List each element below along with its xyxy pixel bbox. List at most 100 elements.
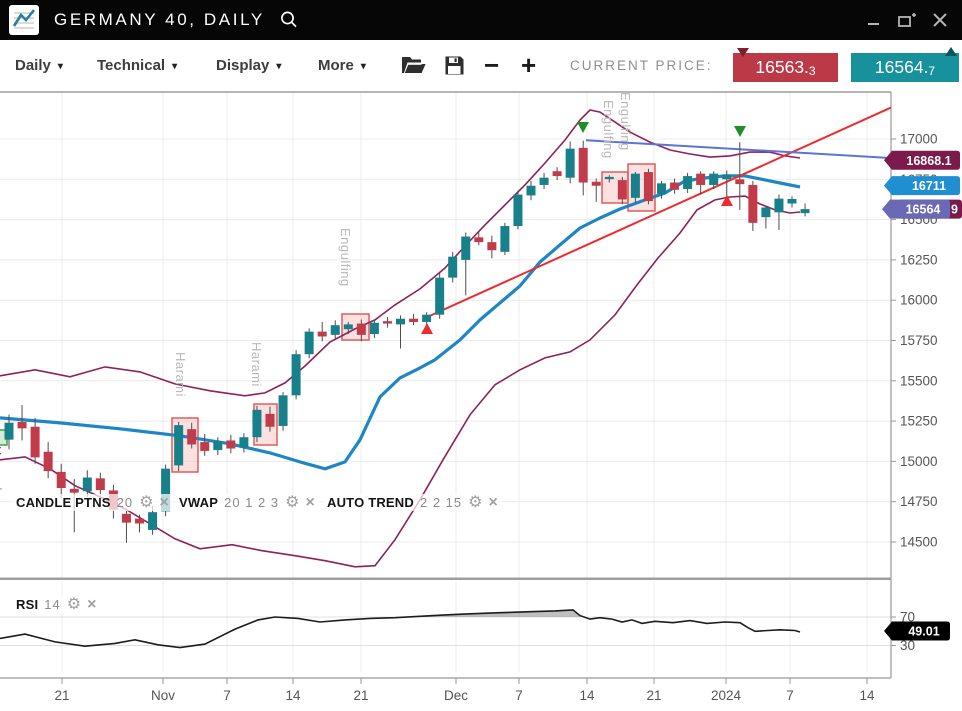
- axis-tick-label: 14: [285, 688, 301, 703]
- candle-body: [83, 478, 92, 492]
- candle-body: [527, 186, 536, 196]
- indicator-name: VWAP: [179, 495, 218, 510]
- candle-body: [566, 149, 575, 178]
- axis-tick-label: 7: [223, 688, 231, 703]
- candle-body: [279, 395, 288, 426]
- price-tag-value: 9: [951, 203, 958, 217]
- candle-body: [500, 226, 509, 252]
- candle-body: [761, 208, 770, 218]
- settings-gear-icon[interactable]: ⚙: [468, 496, 482, 509]
- candle-body: [266, 414, 275, 427]
- price-chart[interactable]: HaramiHaramiHaramiEngulfingEngulfingEngu…: [0, 0, 962, 711]
- candle-body: [448, 257, 457, 278]
- pattern-label: Harami: [249, 342, 264, 387]
- indicator-params: 20: [117, 495, 133, 510]
- settings-gear-icon[interactable]: ⚙: [67, 598, 81, 611]
- candle-body: [200, 442, 209, 451]
- candle-body: [709, 174, 718, 185]
- menu-display-label: Display: [216, 57, 269, 74]
- candle-body: [370, 323, 379, 334]
- candle-body: [644, 172, 653, 201]
- candle-body: [292, 354, 301, 395]
- axis-tick-label: 2024: [711, 688, 742, 703]
- indicator-rsi: RSI 14 ⚙ ×: [12, 596, 100, 613]
- candle-body: [305, 332, 314, 355]
- arrow-up-icon: [945, 47, 957, 56]
- candle-body: [657, 183, 666, 193]
- menu-technical[interactable]: Technical ▾: [97, 40, 177, 90]
- menu-more[interactable]: More ▾: [318, 40, 366, 90]
- candle-body: [553, 171, 562, 176]
- menu-display[interactable]: Display ▾: [216, 40, 281, 90]
- axis-tick-label: 14: [859, 688, 875, 703]
- popout-button[interactable]: [895, 8, 919, 32]
- axis-tick-label: Dec: [444, 688, 468, 703]
- candle-body: [122, 514, 131, 523]
- zoom-in-button[interactable]: +: [521, 40, 536, 90]
- indicator-auto-trend: AUTO TREND 2 2 15 ⚙ ×: [323, 494, 502, 511]
- candle-body: [135, 519, 144, 524]
- menu-more-label: More: [318, 57, 354, 74]
- candle-body: [5, 423, 14, 440]
- remove-indicator-icon[interactable]: ×: [488, 496, 497, 509]
- price-tag-value: 16711: [912, 179, 946, 193]
- open-folder-icon[interactable]: [400, 40, 427, 90]
- axis-tick-label: 15000: [900, 454, 938, 469]
- candle-body: [18, 422, 27, 428]
- menu-daily-label: Daily: [15, 57, 51, 74]
- candle-body: [461, 237, 470, 260]
- indicator-vwap: VWAP 20 1 2 3 ⚙ ×: [175, 494, 319, 511]
- remove-indicator-icon[interactable]: ×: [87, 598, 96, 611]
- axis-tick-label: 15500: [900, 373, 938, 388]
- settings-gear-icon[interactable]: ⚙: [285, 496, 299, 509]
- candle-body: [70, 489, 79, 493]
- candle-body: [579, 148, 588, 183]
- pattern-label: Harami: [173, 352, 188, 397]
- candle-body: [44, 452, 53, 471]
- candle-body: [187, 429, 196, 444]
- candle-body: [174, 425, 183, 465]
- minimize-button[interactable]: [862, 8, 886, 32]
- zoom-out-button[interactable]: −: [484, 40, 499, 90]
- axis-tick-label: 14500: [900, 535, 938, 550]
- price-tag-value: 16564: [906, 203, 941, 217]
- panel-separator: [0, 578, 891, 581]
- remove-indicator-icon[interactable]: ×: [159, 496, 168, 509]
- ask-price-badge: 16564.7: [851, 53, 959, 82]
- axis-tick-label: 21: [353, 688, 368, 703]
- candle-body: [735, 179, 744, 184]
- menu-technical-label: Technical: [97, 57, 165, 74]
- bid-price-value: 16563.: [755, 57, 809, 78]
- bollinger-lower-line: [0, 196, 800, 567]
- axis-tick-label: 7: [786, 688, 794, 703]
- candle-body: [344, 324, 353, 329]
- menu-daily[interactable]: Daily ▾: [15, 40, 63, 90]
- axis-tick-label: Nov: [151, 688, 175, 703]
- axis-tick-label: 7: [515, 688, 523, 703]
- candle-body: [592, 182, 601, 186]
- indicator-name: AUTO TREND: [327, 495, 414, 510]
- settings-gear-icon[interactable]: ⚙: [139, 496, 153, 509]
- titlebar: GERMANY 40, DAILY: [0, 0, 962, 40]
- candle-body: [31, 427, 40, 458]
- save-icon[interactable]: [444, 40, 465, 90]
- candle-body: [252, 410, 261, 437]
- indicator-params: 20 1 2 3: [224, 495, 279, 510]
- search-icon[interactable]: [278, 9, 300, 31]
- candle-body: [618, 180, 627, 199]
- ask-price-value: 16564.: [875, 57, 929, 78]
- toolbar: Daily ▾ Technical ▾ Display ▾ More ▾ − +…: [0, 40, 962, 90]
- chevron-down-icon: ▾: [361, 59, 366, 72]
- axis-tick-label: 21: [54, 688, 69, 703]
- axis-tick-label: 21: [646, 688, 661, 703]
- chart-title: GERMANY 40, DAILY: [54, 10, 265, 30]
- remove-indicator-icon[interactable]: ×: [305, 496, 314, 509]
- candle-body: [148, 512, 157, 530]
- axis-tick-label: 15250: [900, 414, 938, 429]
- close-icon[interactable]: [928, 8, 952, 32]
- candle-body: [722, 174, 731, 179]
- chevron-down-icon: ▾: [276, 59, 281, 72]
- indicator-params: 14: [44, 597, 60, 612]
- app-logo-icon: [9, 5, 39, 35]
- indicator-name: RSI: [16, 597, 38, 612]
